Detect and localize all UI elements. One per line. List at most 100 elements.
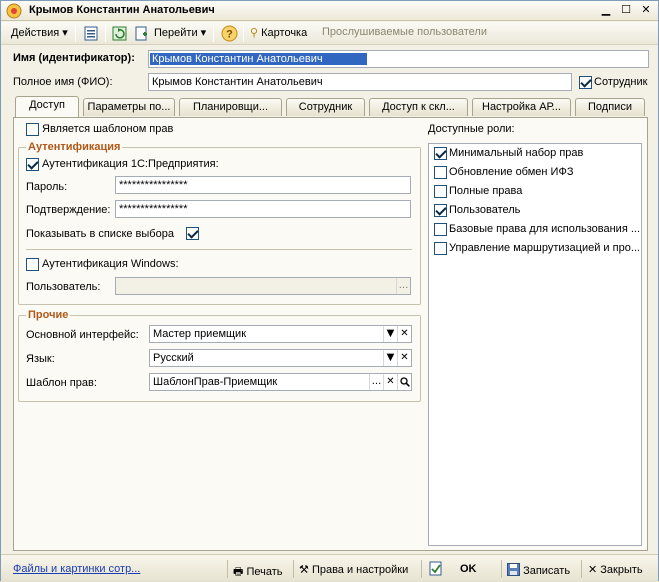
toolbar-separator: [213, 25, 214, 42]
bottom-separator: [581, 560, 582, 578]
role-item[interactable]: Полные права: [434, 184, 640, 200]
role-item[interactable]: Пользователь: [434, 203, 640, 219]
ok-button[interactable]: OK: [460, 563, 477, 575]
show-in-list-label: Показывать в списке выбора: [26, 228, 174, 240]
app-icon: [6, 3, 22, 19]
auth-windows-label: Аутентификация Windows:: [42, 258, 179, 270]
auth-1c-checkbox[interactable]: [26, 158, 39, 171]
role-label: Обновление обмен ИФЗ: [449, 166, 574, 178]
goto-menu[interactable]: Перейти ▾: [154, 26, 206, 39]
language-select[interactable]: Русский ▼ ✕: [149, 349, 412, 367]
role-label: Управление маршрутизацией и про...: [449, 242, 640, 254]
tab-employee[interactable]: Сотрудник: [286, 98, 365, 116]
bottom-separator: [227, 560, 228, 578]
document-check-icon[interactable]: [429, 561, 443, 576]
tab-warehouse-access[interactable]: Доступ к скл...: [369, 98, 468, 116]
bottom-separator: [293, 560, 294, 578]
language-value: Русский: [153, 352, 194, 364]
actions-label: Действия: [11, 27, 60, 39]
role-checkbox[interactable]: [434, 147, 447, 160]
maximize-icon[interactable]: ☐: [619, 4, 633, 17]
interface-dropdown-icon[interactable]: ▼: [383, 326, 397, 342]
confirm-input[interactable]: ****************: [115, 200, 411, 218]
interface-clear-icon[interactable]: ✕: [397, 326, 411, 342]
interface-value: Мастер приемщик: [153, 328, 247, 340]
role-checkbox[interactable]: [434, 204, 447, 217]
tools-icon: ⚒: [299, 564, 309, 576]
toolbar-separator: [243, 25, 244, 42]
access-tab-panel: Является шаблоном прав Аутентификация Ау…: [13, 117, 648, 551]
user-input[interactable]: ...: [115, 277, 411, 295]
tab-scheduler[interactable]: Планировщи...: [179, 98, 282, 116]
name-value: Крымов Константин Анатольевич: [150, 53, 367, 65]
tab-signatures[interactable]: Подписи: [575, 98, 645, 116]
monitored-users-button[interactable]: Прослушиваемые пользователи: [322, 26, 487, 38]
window-title: Крымов Константин Анатольевич: [29, 4, 215, 16]
refresh-icon[interactable]: [111, 25, 128, 42]
confirm-label: Подтверждение:: [26, 204, 111, 216]
role-item[interactable]: Базовые права для использования ...: [434, 222, 640, 238]
template-clear-icon[interactable]: ✕: [383, 374, 397, 390]
goto-label: Перейти: [154, 27, 198, 39]
bottom-bar: Файлы и картинки сотр... 🖶 Печать ⚒ Прав…: [1, 554, 658, 581]
files-link[interactable]: Файлы и картинки сотр...: [13, 563, 140, 575]
template-value: ШаблонПрав-Приемщик: [153, 376, 278, 388]
tab-access[interactable]: Доступ: [15, 96, 79, 117]
template-select[interactable]: ШаблонПрав-Приемщик ... ✕: [149, 373, 412, 391]
new-document-icon[interactable]: [133, 25, 150, 42]
password-input[interactable]: ****************: [115, 176, 411, 194]
role-label: Пользователь: [449, 204, 521, 216]
role-checkbox[interactable]: [434, 185, 447, 198]
role-item[interactable]: Минимальный набор прав: [434, 146, 640, 162]
role-label: Базовые права для использования ...: [449, 223, 640, 235]
help-icon[interactable]: ?: [221, 25, 238, 42]
tab-ar-settings[interactable]: Настройка АР...: [472, 98, 571, 116]
is-template-checkbox[interactable]: [26, 123, 39, 136]
title-bar[interactable]: Крымов Константин Анатольевич ▁ ☐ ✕: [1, 1, 658, 21]
minimize-icon[interactable]: ▁: [599, 4, 613, 17]
language-dropdown-icon[interactable]: ▼: [383, 350, 397, 366]
toolbar-separator: [75, 25, 76, 42]
name-label: Имя (идентификатор):: [13, 52, 135, 64]
pin-icon: ⚲: [250, 27, 259, 39]
auth-1c-label: Аутентификация 1С:Предприятия:: [42, 158, 219, 170]
name-input[interactable]: Крымов Константин Анатольевич: [148, 50, 649, 68]
role-checkbox[interactable]: [434, 223, 447, 236]
language-clear-icon[interactable]: ✕: [397, 350, 411, 366]
template-select-button[interactable]: ...: [369, 374, 383, 390]
close-icon[interactable]: ✕: [639, 4, 653, 17]
role-item[interactable]: Обновление обмен ИФЗ: [434, 165, 640, 181]
roles-label: Доступные роли:: [428, 123, 515, 135]
rights-settings-button[interactable]: ⚒ Права и настройки: [299, 563, 408, 576]
close-x-icon: ✕: [588, 564, 598, 576]
password-label: Пароль:: [26, 181, 68, 193]
fullname-label: Полное имя (ФИО):: [13, 76, 113, 88]
user-label: Пользователь:: [26, 281, 101, 293]
auth-windows-checkbox[interactable]: [26, 258, 39, 271]
employee-checkbox[interactable]: [579, 76, 592, 89]
role-label: Минимальный набор прав: [449, 147, 584, 159]
tab-parameters[interactable]: Параметры по...: [83, 98, 175, 116]
role-checkbox[interactable]: [434, 242, 447, 255]
template-label: Шаблон прав:: [26, 377, 97, 389]
rights-label: Права и настройки: [311, 564, 409, 576]
roles-list[interactable]: Минимальный набор прав Обновление обмен …: [428, 143, 642, 546]
save-button[interactable]: Записать: [507, 563, 570, 577]
user-select-button[interactable]: ...: [396, 278, 410, 294]
employee-label: Сотрудник: [594, 76, 648, 88]
show-in-list-checkbox[interactable]: [186, 227, 199, 240]
fullname-input[interactable]: Крымов Константин Анатольевич: [148, 73, 572, 91]
print-button[interactable]: 🖶 Печать: [233, 563, 283, 582]
interface-select[interactable]: Мастер приемщик ▼ ✕: [149, 325, 412, 343]
role-item[interactable]: Управление маршрутизацией и про...: [434, 241, 640, 257]
role-checkbox[interactable]: [434, 166, 447, 179]
goto-list-icon[interactable]: [83, 25, 100, 42]
close-button[interactable]: ✕ Закрыть: [588, 563, 643, 576]
template-search-icon[interactable]: [397, 374, 411, 390]
card-button[interactable]: ⚲ Карточка: [250, 26, 307, 39]
role-label: Полные права: [449, 185, 523, 197]
bottom-separator: [501, 560, 502, 578]
bottom-separator: [421, 560, 422, 578]
other-group-title: Прочие: [26, 309, 71, 321]
actions-menu[interactable]: Действия ▾: [11, 26, 68, 39]
